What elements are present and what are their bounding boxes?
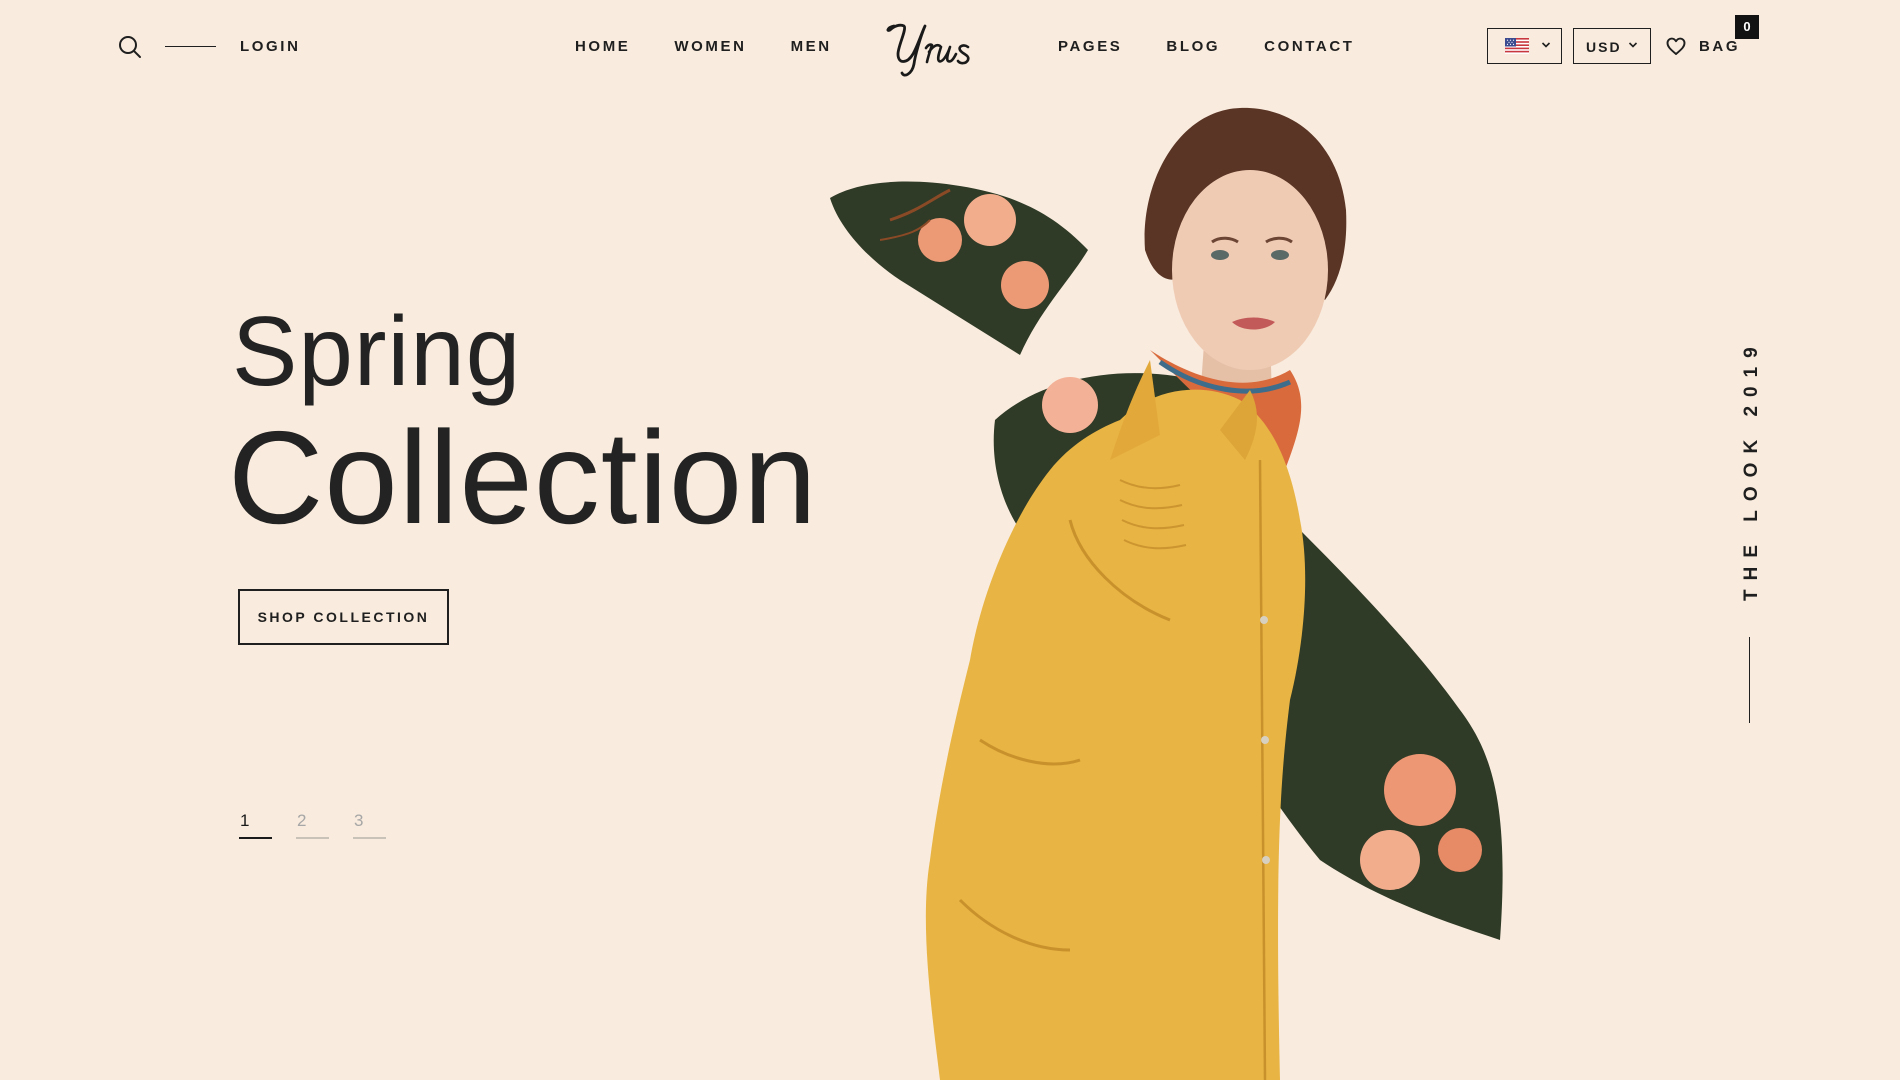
the-look-label: THE LOOK 2019 (1741, 338, 1762, 601)
slide-page-underline (296, 837, 329, 839)
flower-blossom (964, 194, 1016, 246)
slide-page-3[interactable]: 3 (353, 811, 387, 839)
heart-icon[interactable] (1666, 37, 1686, 56)
chevron-down-icon (1541, 42, 1551, 48)
vertical-divider-line (1749, 637, 1750, 723)
search-icon[interactable] (117, 34, 143, 60)
language-select[interactable] (1487, 28, 1562, 64)
nav-home[interactable]: HOME (575, 38, 630, 55)
flower-blossom (1384, 754, 1456, 826)
hero-model-image (830, 107, 1503, 1080)
header-divider (165, 46, 216, 47)
slide-page-number: 2 (297, 811, 307, 830)
model-face (1172, 170, 1328, 370)
slide-page-2[interactable]: 2 (296, 811, 330, 839)
model-eye (1271, 250, 1289, 260)
slide-page-number: 1 (240, 811, 250, 830)
floral-ribbon-upper (830, 181, 1088, 355)
nav-contact[interactable]: CONTACT (1264, 38, 1354, 55)
currency-select[interactable]: USD (1573, 28, 1651, 64)
slide-page-1[interactable]: 1 (239, 811, 273, 839)
main-nav-right: PAGES BLOG CONTACT (1058, 38, 1399, 55)
nav-men[interactable]: MEN (791, 38, 832, 55)
main-nav-left: HOME WOMEN MEN (575, 38, 876, 55)
shirt-button (1260, 616, 1268, 624)
flower-blossom (1438, 828, 1482, 872)
site-header: LOGIN HOME WOMEN MEN PAGES BLOG CONTACT (0, 0, 1900, 95)
login-link[interactable]: LOGIN (240, 38, 301, 55)
currency-label: USD (1586, 39, 1622, 55)
chevron-down-icon (1628, 42, 1638, 48)
us-flag-icon (1505, 38, 1529, 54)
bag-count-badge: 0 (1735, 15, 1759, 39)
shirt-button (1261, 736, 1269, 744)
slide-page-underline (353, 837, 386, 839)
bag-link[interactable]: BAG (1699, 38, 1740, 55)
model-shirt (925, 389, 1306, 1080)
vertical-label: THE LOOK 2019 (1741, 299, 1762, 609)
nav-women[interactable]: WOMEN (674, 38, 746, 55)
nav-pages[interactable]: PAGES (1058, 38, 1122, 55)
slide-page-underline (239, 837, 272, 839)
nav-blog[interactable]: BLOG (1166, 38, 1220, 55)
hero-title-line2: Collection (228, 404, 818, 551)
hero-title-line1: Spring (232, 296, 522, 406)
slide-page-number: 3 (354, 811, 364, 830)
flower-blossom (1042, 377, 1098, 433)
shirt-button (1262, 856, 1270, 864)
flower-blossom (1360, 830, 1420, 890)
brand-logo[interactable] (880, 12, 984, 80)
model-eye (1211, 250, 1229, 260)
shop-collection-button[interactable]: SHOP COLLECTION (238, 589, 449, 645)
flower-blossom (1001, 261, 1049, 309)
